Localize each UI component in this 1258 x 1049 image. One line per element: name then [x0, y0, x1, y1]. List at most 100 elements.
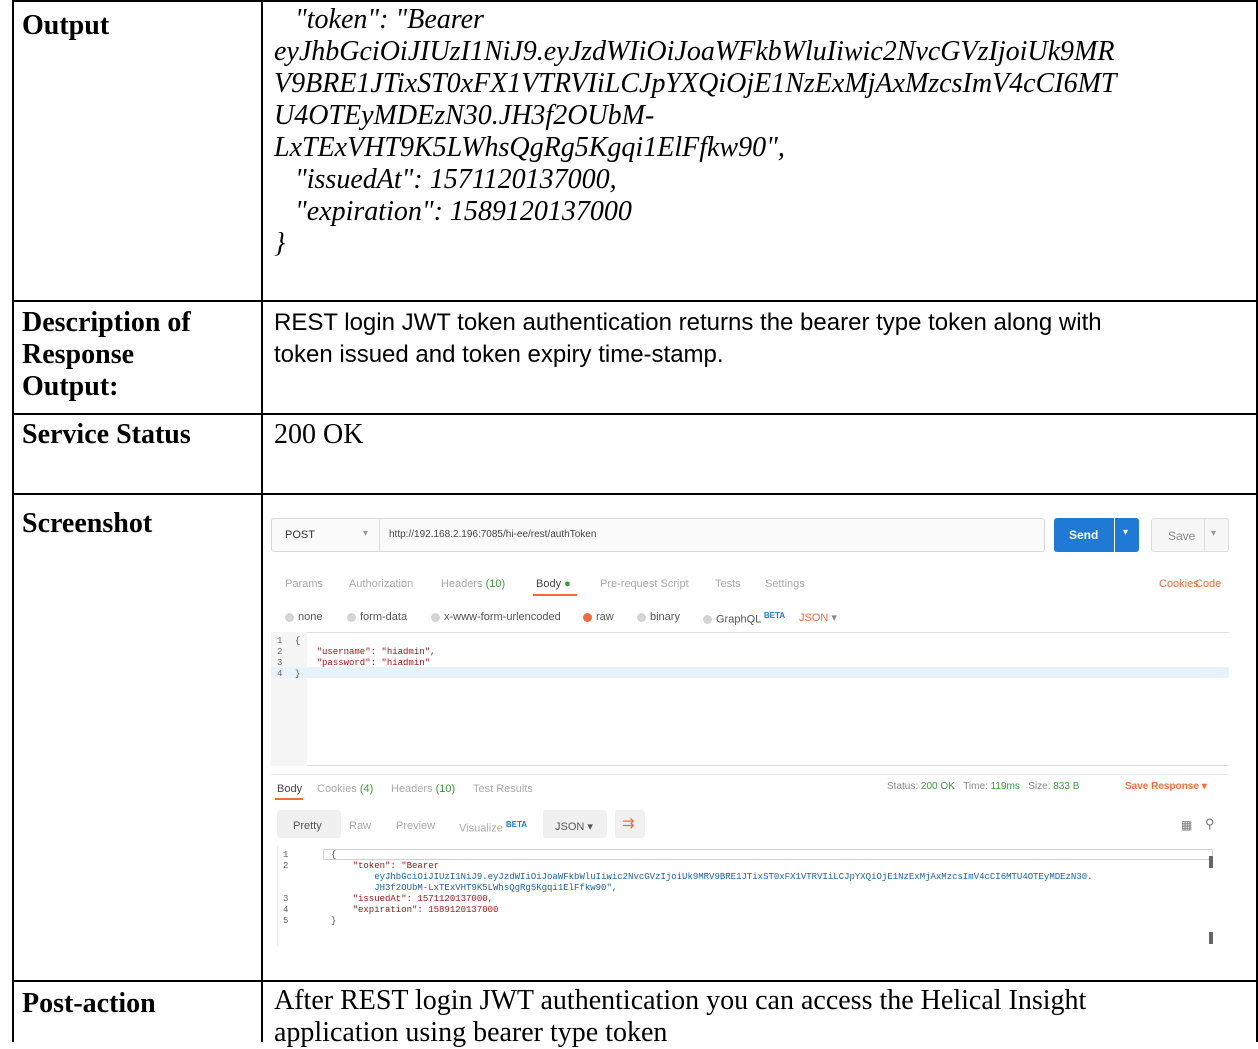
radio-icon — [637, 612, 646, 622]
description-text: REST login JWT token authentication retu… — [274, 307, 1102, 371]
row-label-output: Output — [22, 10, 110, 41]
json-label: JSON — [555, 821, 585, 833]
document-page: Output "token": "Bearer eyJhbGciOiJIUzI1… — [0, 0, 1258, 1048]
code-line: 3 "password": "hiadmin" — [277, 658, 435, 669]
time-value: 119ms — [990, 781, 1020, 792]
code-text: "issuedAt": 1571120137000, — [331, 894, 494, 904]
response-meta: Status: 200 OK Time: 119ms Size: 833 B — [887, 781, 1079, 792]
chevron-down-icon: ▾ — [1211, 528, 1217, 539]
code-line: 1{ — [277, 636, 435, 647]
radio-label: form-data — [360, 611, 408, 623]
code-text: "expiration": 1589120137000 — [331, 905, 499, 915]
tab-body[interactable]: Body ● — [536, 578, 571, 590]
code-text: "username": "hiadmin", — [295, 647, 436, 657]
post-action-line: After REST login JWT authentication you … — [274, 985, 1087, 1016]
code-link[interactable]: Code — [1195, 578, 1221, 590]
code-line: 2 "token": "Bearer — [283, 861, 1093, 872]
scrollbar-thumb[interactable] — [1209, 932, 1213, 944]
json-type-select[interactable]: JSON ▾ — [799, 611, 837, 624]
dot-icon: ● — [564, 578, 571, 590]
code-line: 5} — [283, 916, 1093, 927]
tab-label: Cookies — [317, 783, 357, 795]
visualize-label: Visualize — [459, 822, 503, 835]
tab-prerequest[interactable]: Pre-request Script — [600, 578, 689, 590]
response-code: 1{ 2 "token": "Bearer eyJhbGciOiJIUzI1Ni… — [283, 850, 1093, 927]
cookies-link[interactable]: Cookies — [1159, 578, 1199, 590]
scrollbar-thumb[interactable] — [1209, 856, 1213, 868]
radio-binary[interactable]: binary — [637, 611, 680, 623]
save-response-button[interactable]: Save Response ▾ — [1125, 781, 1207, 792]
save-dropdown[interactable] — [1205, 518, 1229, 552]
size-label: Size: — [1028, 781, 1051, 792]
divider — [271, 774, 1229, 775]
radio-form-data[interactable]: form-data — [347, 611, 407, 623]
divider — [379, 518, 380, 552]
line-number: 5 — [283, 916, 289, 926]
code-line: 1{ — [283, 850, 1093, 861]
view-visualize[interactable]: Visualize BETA — [459, 820, 527, 835]
resp-tab-test-results[interactable]: Test Results — [473, 783, 533, 795]
radio-none[interactable]: none — [285, 611, 322, 623]
radio-icon — [431, 612, 440, 622]
view-raw[interactable]: Raw — [349, 820, 371, 832]
tab-count: (4) — [359, 783, 374, 795]
radio-label: raw — [596, 611, 614, 623]
json-label: JSON — [799, 612, 829, 624]
table-border-top — [12, 0, 1258, 2]
chevron-down-icon: ▾ — [831, 612, 837, 624]
code-line: eyJhbGciOiJIUzI1NiJ9.eyJzdWIiOiJoaWFkbWl… — [283, 872, 1092, 883]
save-response-label: Save Response — [1125, 781, 1199, 792]
resp-tab-headers[interactable]: Headers (10) — [391, 783, 455, 795]
output-line: eyJhbGciOiJIUzI1NiJ9.eyJzdWIiOiJoaWFkbWl… — [274, 36, 1115, 67]
time-label: Time: — [963, 781, 988, 792]
row-label-service-status: Service Status — [22, 419, 191, 450]
radio-graphql[interactable]: GraphQL BETA — [703, 611, 785, 626]
row-divider — [12, 413, 1258, 415]
beta-badge: BETA — [505, 820, 528, 829]
resp-tab-cookies[interactable]: Cookies (4) — [317, 783, 373, 795]
radio-icon — [347, 612, 356, 622]
chevron-down-icon: ▾ — [1123, 527, 1129, 538]
radio-urlencoded[interactable]: x-www-form-urlencoded — [431, 611, 561, 623]
active-tab-underline — [275, 798, 303, 800]
radio-icon — [703, 615, 712, 625]
line-number: 1 — [283, 850, 289, 860]
output-line: "issuedAt": 1571120137000, — [274, 164, 617, 195]
code-text: "token": "Bearer — [331, 861, 440, 871]
table-border-left — [12, 0, 14, 1042]
status-value: 200 OK — [920, 781, 955, 792]
radio-selected-icon — [583, 612, 592, 622]
tab-headers-label: Headers — [441, 578, 483, 590]
code-line: 3 "issuedAt": 1571120137000, — [283, 894, 1093, 905]
label-line: Description of — [22, 307, 191, 338]
method-select[interactable]: POST — [285, 529, 315, 541]
tab-params[interactable]: Params — [285, 578, 323, 590]
description-line: token issued and token expiry time-stamp… — [274, 341, 724, 368]
output-line: U4OTEyMDEzN30.JH3f2OUbM- — [274, 100, 655, 131]
chevron-down-icon[interactable]: ▾ — [363, 528, 368, 539]
row-divider — [12, 493, 1258, 495]
send-label: Send — [1069, 528, 1099, 542]
resp-tab-body[interactable]: Body — [277, 783, 302, 795]
url-input[interactable]: http://192.168.2.196:7085/hi-ee/rest/aut… — [389, 529, 596, 540]
code-line: JH3f2OUbM-LxTExVHT9K5LWhsQgRg5Kgqi1ElFfk… — [283, 883, 1093, 894]
tab-headers[interactable]: Headers (10) — [441, 578, 505, 590]
tab-label: Headers — [391, 783, 433, 795]
radio-raw[interactable]: raw — [583, 611, 614, 623]
output-line: LxTExVHT9K5LWhsQgRg5Kgqi1ElFfkw90", — [274, 132, 785, 163]
label-line: Response — [22, 339, 135, 370]
row-label-description: Description of Response Output: — [22, 307, 191, 403]
search-icon[interactable]: ⚲ — [1205, 816, 1215, 832]
line-number: 3 — [277, 658, 283, 668]
output-line: "token": "Bearer — [274, 4, 484, 35]
tab-tests[interactable]: Tests — [715, 578, 741, 590]
view-preview[interactable]: Preview — [396, 820, 435, 832]
request-code: 1{ 2 "username": "hiadmin", 3 "password"… — [277, 636, 435, 680]
line-number: 2 — [277, 647, 283, 657]
tab-settings[interactable]: Settings — [765, 578, 805, 590]
code-text: JH3f2OUbM-LxTExVHT9K5LWhsQgRg5Kgqi1ElFfk… — [331, 883, 618, 893]
copy-icon[interactable]: ▦ — [1181, 818, 1192, 832]
description-line: REST login JWT token authentication retu… — [274, 309, 1102, 336]
tab-authorization[interactable]: Authorization — [349, 578, 413, 590]
code-text: { — [295, 636, 301, 646]
